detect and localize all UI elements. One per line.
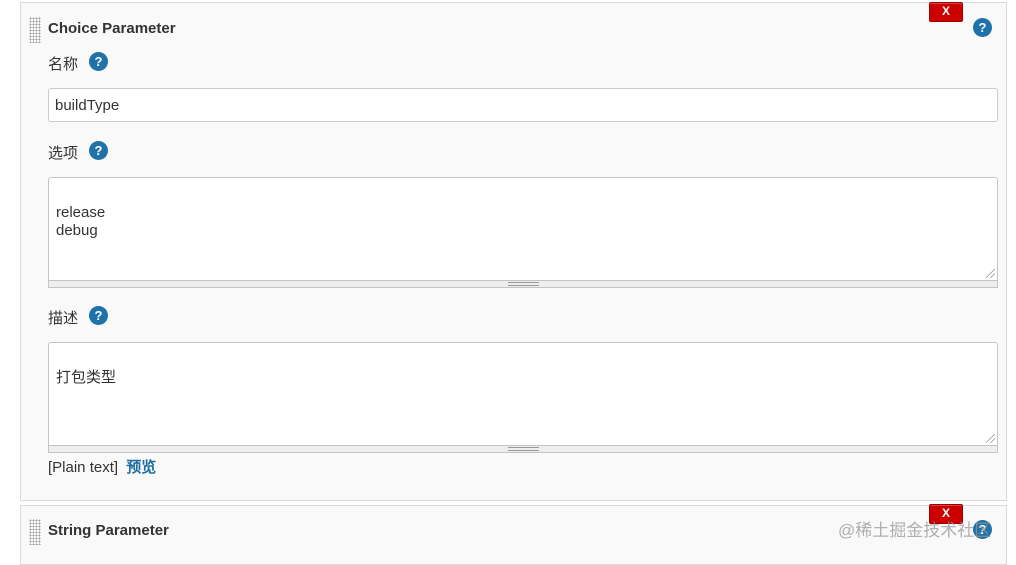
- preview-link[interactable]: 预览: [126, 459, 156, 476]
- grip-icon: [508, 447, 539, 451]
- name-field-label: 名称 ?: [48, 52, 108, 74]
- string-parameter-title: String Parameter: [48, 522, 169, 539]
- choice-parameter-panel: Choice Parameter X ? 名称 ? buildType 选项 ?…: [20, 2, 1007, 501]
- delete-parameter-button[interactable]: X: [929, 2, 963, 22]
- choice-parameter-title: Choice Parameter: [48, 20, 176, 37]
- choices-resize-bar[interactable]: [48, 281, 998, 288]
- grip-icon: [508, 282, 539, 286]
- watermark-text: @稀土掘金技术社区: [838, 521, 992, 540]
- format-line: [Plain text] 预览: [48, 456, 156, 477]
- resize-corner-icon[interactable]: [986, 269, 995, 278]
- choices-field-label: 选项 ?: [48, 141, 108, 163]
- format-label: [Plain text]: [48, 459, 119, 476]
- description-textarea[interactable]: 打包类型: [48, 342, 998, 446]
- choices-help-icon[interactable]: ?: [89, 141, 108, 160]
- resize-corner-icon[interactable]: [986, 434, 995, 443]
- drag-handle-icon[interactable]: [29, 17, 41, 43]
- choices-text: release debug: [56, 204, 106, 239]
- name-input[interactable]: buildType: [48, 88, 998, 122]
- description-text: 打包类型: [56, 369, 117, 386]
- name-label-text: 名称: [48, 56, 79, 73]
- description-help-icon[interactable]: ?: [89, 306, 108, 325]
- choices-label-text: 选项: [48, 145, 79, 162]
- description-label-text: 描述: [48, 310, 79, 327]
- name-help-icon[interactable]: ?: [89, 52, 108, 71]
- help-icon[interactable]: ?: [973, 18, 992, 37]
- choices-textarea[interactable]: release debug: [48, 177, 998, 281]
- drag-handle-icon[interactable]: [29, 519, 41, 545]
- description-field-label: 描述 ?: [48, 306, 108, 328]
- description-resize-bar[interactable]: [48, 446, 998, 453]
